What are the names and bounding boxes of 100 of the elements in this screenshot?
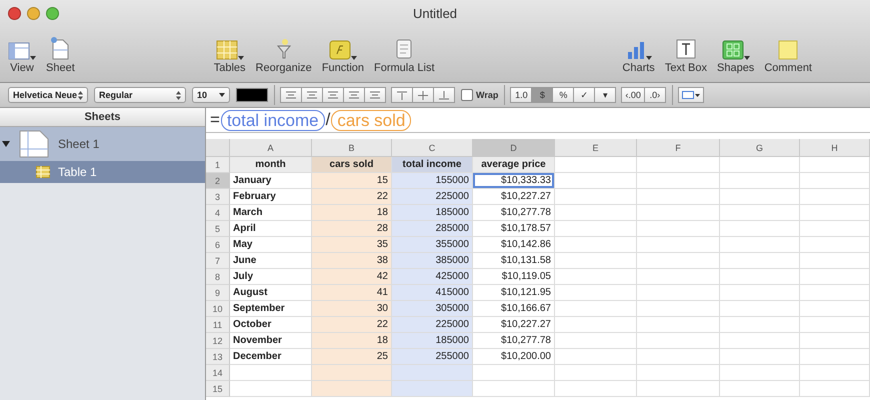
table-cell: $10,227.27 xyxy=(473,317,555,333)
table-cell xyxy=(800,253,870,269)
sheet-item[interactable]: Sheet 1 xyxy=(0,127,205,161)
table-cell: $10,333.33 xyxy=(473,173,555,189)
decimal-button[interactable]: ‹.00 xyxy=(621,87,645,103)
row-header[interactable]: 14 xyxy=(206,365,230,381)
table-cell: 18 xyxy=(312,333,392,349)
wrap-checkbox[interactable]: Wrap xyxy=(461,89,498,101)
table-cell xyxy=(800,189,870,205)
close-button[interactable] xyxy=(8,6,21,20)
minimize-button[interactable] xyxy=(27,6,40,20)
align-icon xyxy=(370,91,380,99)
valign-button[interactable] xyxy=(433,87,455,103)
row-header[interactable]: 4 xyxy=(206,205,230,221)
table-cell: $10,131.58 xyxy=(473,253,555,269)
format-button[interactable]: ▾ xyxy=(594,87,616,103)
column-header[interactable]: D xyxy=(473,139,555,157)
row-header[interactable]: 12 xyxy=(206,333,230,349)
column-header[interactable]: E xyxy=(555,139,637,157)
row-header[interactable]: 5 xyxy=(206,221,230,237)
sheet-icon xyxy=(18,129,50,159)
table-cell: April xyxy=(230,221,312,237)
shapes-icon xyxy=(722,40,744,60)
column-header[interactable]: F xyxy=(637,139,720,157)
column-header[interactable]: H xyxy=(800,139,870,157)
table-cell: 415000 xyxy=(392,285,473,301)
formula-bar[interactable]: = total income / cars sold xyxy=(206,108,870,133)
cell-reference-token[interactable]: total income xyxy=(220,110,325,130)
valign-button[interactable] xyxy=(412,87,434,103)
table-cell xyxy=(800,221,870,237)
row-header[interactable]: 13 xyxy=(206,349,230,365)
row-header[interactable]: 3 xyxy=(206,189,230,205)
column-header[interactable]: G xyxy=(720,139,800,157)
funnel-icon xyxy=(276,38,292,60)
table-cell: May xyxy=(230,237,312,253)
valign-icon xyxy=(439,90,449,100)
table-cell: 15 xyxy=(312,173,392,189)
size-field[interactable]: 10 xyxy=(192,87,230,103)
align-button[interactable] xyxy=(364,87,386,103)
table-cell: 42 xyxy=(312,269,392,285)
table-cell: 225000 xyxy=(392,317,473,333)
table-cell: 285000 xyxy=(392,221,473,237)
toolbar-button[interactable]: Shapes xyxy=(715,34,756,74)
toolbar-button[interactable]: View xyxy=(6,34,38,74)
table-cell: July xyxy=(230,269,312,285)
table-cell: $10,142.86 xyxy=(473,237,555,253)
row-header[interactable]: 11 xyxy=(206,317,230,333)
toolbar-button[interactable]: Charts xyxy=(620,34,657,74)
table-cell: total income xyxy=(392,157,473,173)
column-header[interactable]: C xyxy=(392,139,473,157)
border-button[interactable] xyxy=(678,87,704,103)
row-header[interactable]: 6 xyxy=(206,237,230,253)
table-handle[interactable] xyxy=(206,139,230,157)
toolbar-button[interactable]: Formula List xyxy=(372,34,437,74)
align-button[interactable] xyxy=(280,87,302,103)
format-button[interactable]: % xyxy=(552,87,574,103)
valign-button[interactable] xyxy=(391,87,413,103)
toolbar-button[interactable]: Tables xyxy=(212,34,248,74)
toolbar-button[interactable]: Sheet xyxy=(44,34,77,74)
format-button[interactable]: ✓ xyxy=(573,87,596,103)
row-header[interactable]: 15 xyxy=(206,381,230,397)
align-icon xyxy=(328,91,338,99)
align-button[interactable] xyxy=(343,87,365,103)
toolbar-button[interactable]: Function xyxy=(320,34,366,74)
toolbar-button[interactable]: Comment xyxy=(762,34,814,74)
table-item[interactable]: Table 1 xyxy=(0,161,205,183)
format-button[interactable]: 1.0 xyxy=(510,87,532,103)
table-cell: February xyxy=(230,189,312,205)
table-cell: November xyxy=(230,333,312,349)
format-button[interactable]: $ xyxy=(531,87,554,103)
bar-chart-icon xyxy=(626,40,646,60)
caret-icon xyxy=(238,56,244,60)
align-button[interactable] xyxy=(301,87,323,103)
table-cell: $10,277.78 xyxy=(473,205,555,221)
style-menu[interactable]: Regular xyxy=(94,87,186,103)
zoom-button[interactable] xyxy=(46,6,59,20)
row-header[interactable]: 7 xyxy=(206,253,230,269)
table-cell xyxy=(800,333,870,349)
decimal-button[interactable]: .0› xyxy=(644,87,666,103)
row-header[interactable]: 1 xyxy=(206,157,230,173)
toolbar-button[interactable]: Text Box xyxy=(662,34,709,74)
column-header[interactable]: A xyxy=(230,139,312,157)
row-header[interactable]: 10 xyxy=(206,301,230,317)
table-cell: month xyxy=(230,157,312,173)
table-cell: December xyxy=(230,349,312,365)
window-title: Untitled xyxy=(412,6,458,20)
font-menu[interactable]: Helvetica Neue xyxy=(8,87,88,103)
row-header[interactable]: 8 xyxy=(206,269,230,285)
row-header[interactable]: 9 xyxy=(206,285,230,301)
table-cell: March xyxy=(230,205,312,221)
align-button[interactable] xyxy=(322,87,344,103)
view-icon xyxy=(8,42,30,60)
table-cell: September xyxy=(230,301,312,317)
row-header[interactable]: 2 xyxy=(206,173,230,189)
toolbar-button[interactable]: Reorganize xyxy=(254,34,314,74)
caret-icon xyxy=(219,93,225,97)
table-cell xyxy=(800,317,870,333)
column-header[interactable]: B xyxy=(312,139,392,157)
sidebar-header: Sheets xyxy=(0,108,205,127)
color-well[interactable] xyxy=(236,88,268,102)
